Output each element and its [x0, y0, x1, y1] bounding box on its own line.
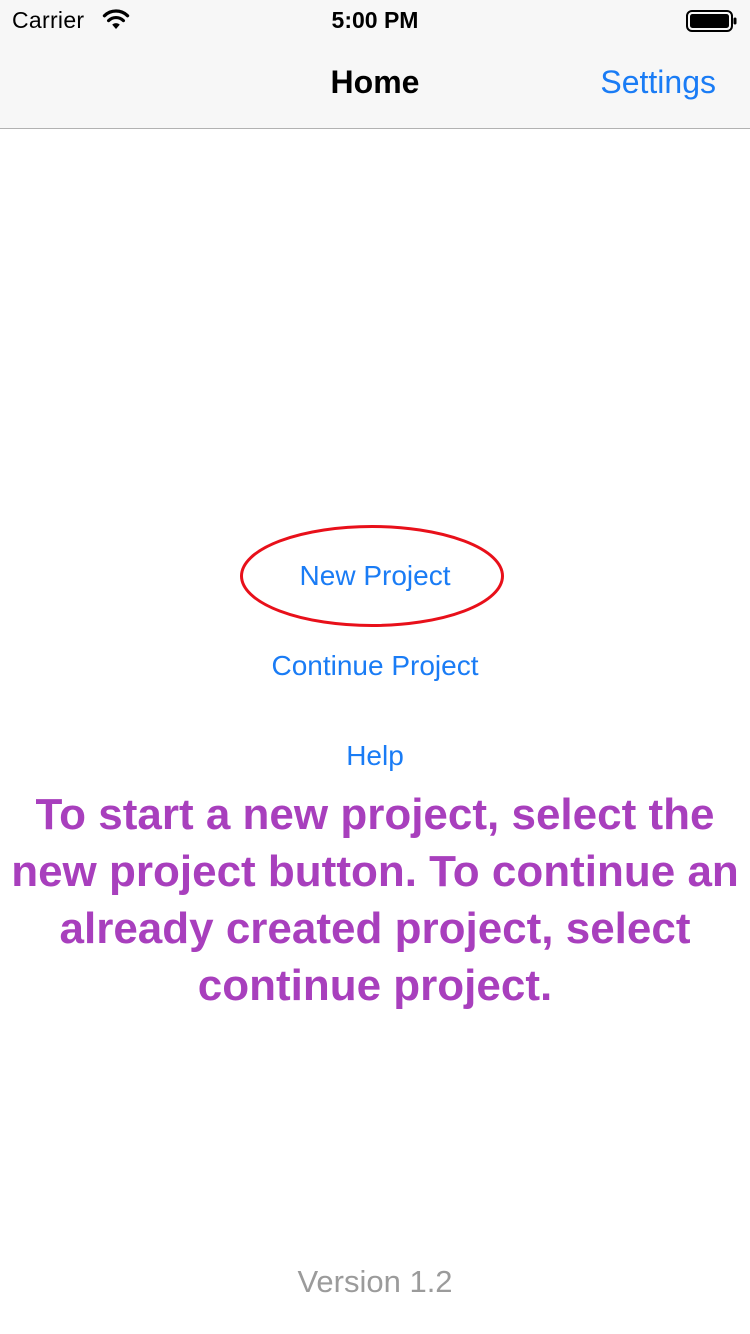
- new-project-button[interactable]: New Project: [0, 560, 750, 592]
- battery-icon: [686, 10, 737, 32]
- version-label: Version 1.2: [297, 1264, 453, 1299]
- status-time: 5:00 PM: [331, 7, 419, 33]
- navigation-bar: Home Settings: [0, 40, 750, 129]
- status-bar: Carrier 5:00 PM: [0, 0, 750, 40]
- instruction-annotation: To start a new project, select the new p…: [11, 790, 739, 1010]
- settings-button[interactable]: Settings: [600, 64, 716, 101]
- help-button[interactable]: Help: [0, 740, 750, 772]
- continue-project-button[interactable]: Continue Project: [0, 650, 750, 682]
